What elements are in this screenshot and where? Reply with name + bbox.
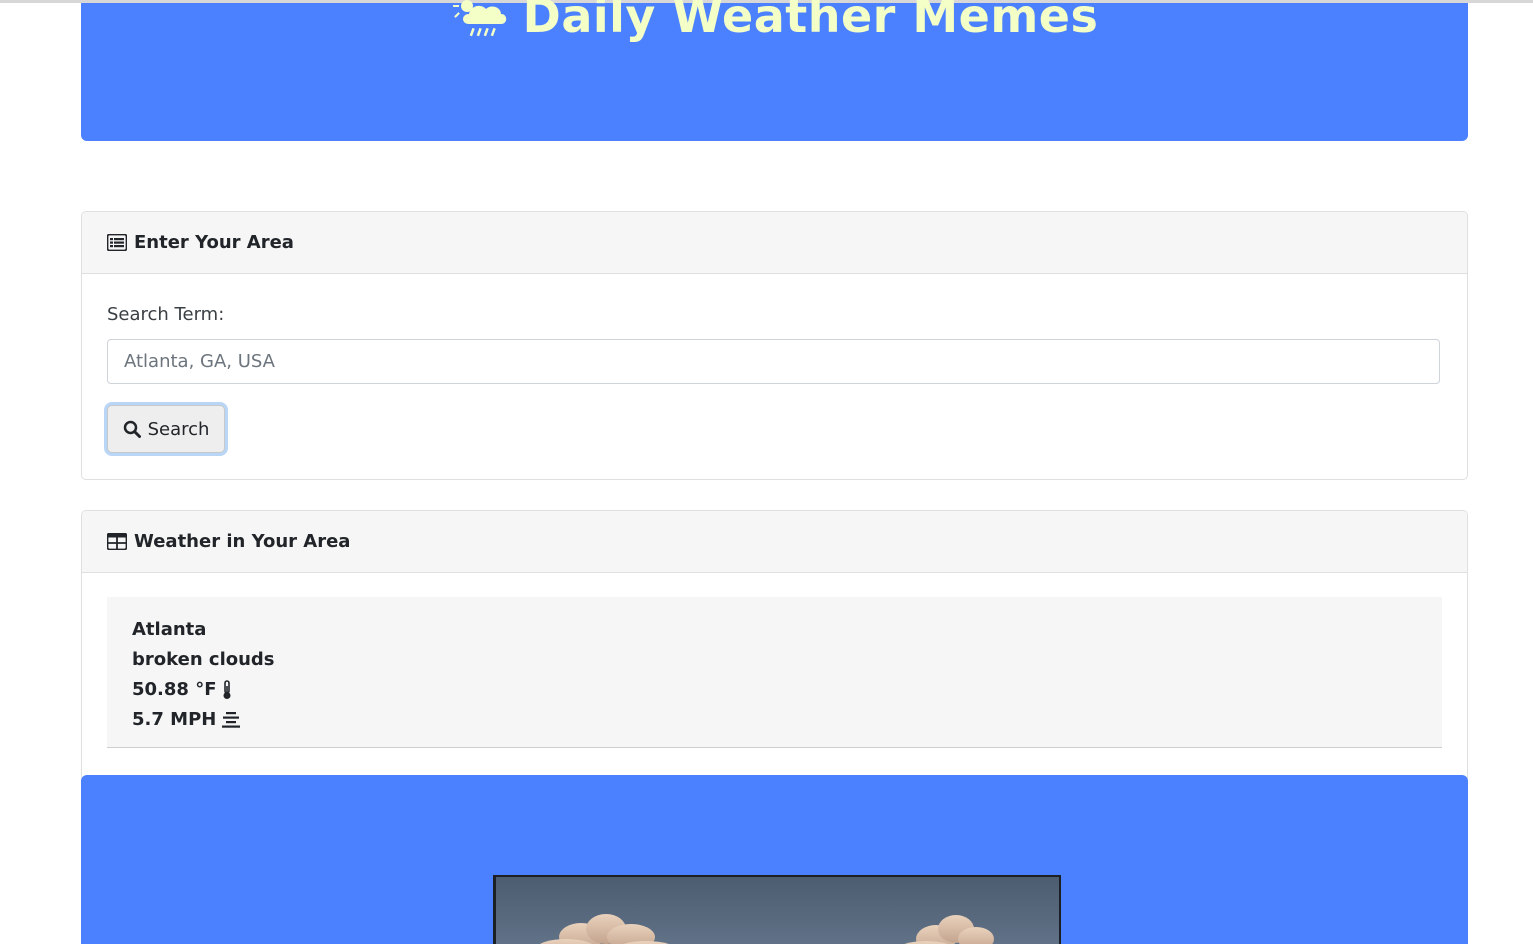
weather-description: broken clouds (132, 649, 275, 670)
weather-temperature-row: 50.88 °F (132, 675, 1417, 705)
clouds-photo (540, 914, 994, 944)
sun-cloud-rain-icon (452, 0, 506, 36)
page-title-container: Daily Weather Memes (81, 0, 1468, 46)
search-icon (123, 420, 141, 438)
search-card: Enter Your Area Search Term: Search (81, 211, 1468, 480)
meme-image (493, 875, 1061, 944)
search-button-label: Search (147, 418, 210, 440)
weather-card: Weather in Your Area Atlanta broken clou… (81, 510, 1468, 782)
list-alt-icon (107, 234, 127, 251)
page-header: Daily Weather Memes (81, 0, 1468, 141)
search-button[interactable]: Search (107, 405, 225, 453)
meme-panel (81, 775, 1468, 944)
weather-card-title: Weather in Your Area (134, 531, 351, 552)
search-card-title: Enter Your Area (134, 232, 294, 253)
weather-card-header: Weather in Your Area (82, 511, 1467, 573)
weather-city: Atlanta (132, 619, 207, 640)
search-input[interactable] (107, 339, 1440, 384)
search-card-header: Enter Your Area (82, 212, 1467, 274)
thermometer-icon (223, 680, 230, 699)
table-icon (107, 533, 127, 550)
wind-icon (222, 712, 241, 728)
search-term-label: Search Term: (107, 304, 225, 325)
weather-temperature: 50.88 °F (132, 679, 217, 700)
weather-summary: Atlanta broken clouds 50.88 °F 5.7 MPH (107, 597, 1442, 748)
weather-wind-row: 5.7 MPH (132, 705, 1417, 735)
weather-wind: 5.7 MPH (132, 709, 217, 730)
page-title: Daily Weather Memes (522, 0, 1099, 43)
